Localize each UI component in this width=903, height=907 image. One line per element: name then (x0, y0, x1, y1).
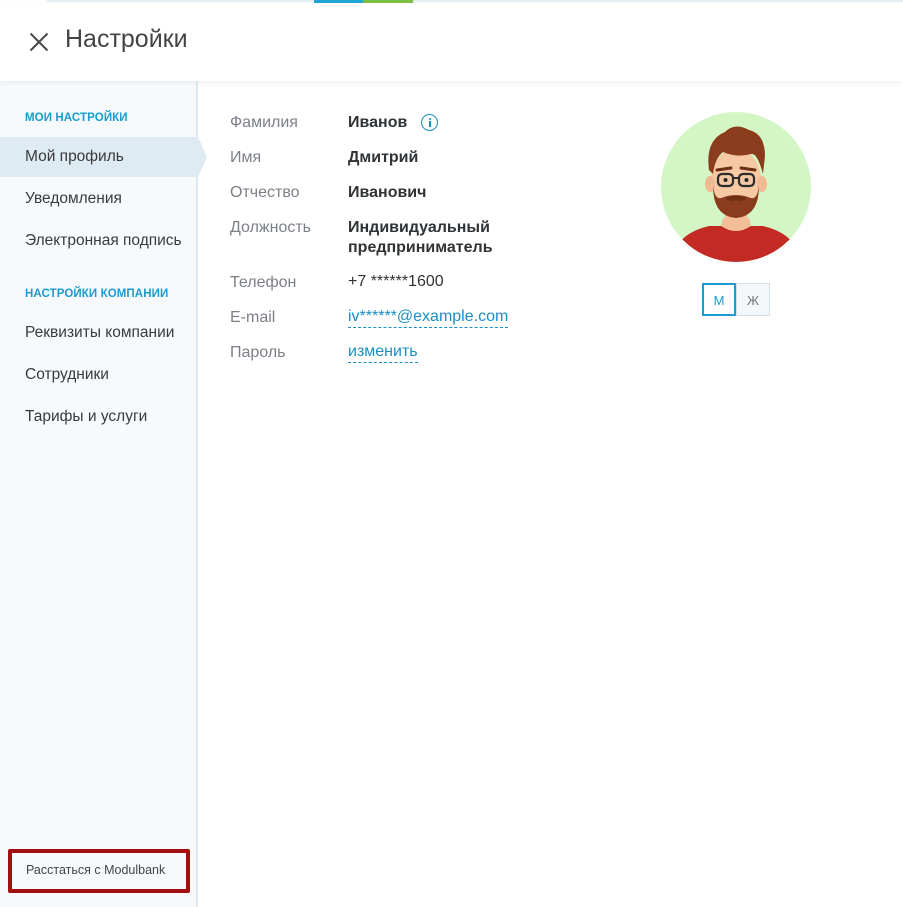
info-icon[interactable] (421, 114, 438, 131)
section-label-my-settings: МОИ НАСТРОЙКИ (25, 112, 128, 124)
sidebar-item-tariffs[interactable]: Тарифы и услуги (0, 397, 198, 437)
phone-value: +7 ******1600 (348, 273, 444, 290)
email-label: E-mail (230, 309, 276, 326)
email-link[interactable]: iv******@example.com (348, 308, 509, 328)
gender-male-button[interactable]: М (702, 283, 736, 316)
close-icon[interactable] (26, 29, 52, 55)
sidebar-item-company-details[interactable]: Реквизиты компании (0, 313, 198, 353)
position-value-line1: Индивидуальный (348, 219, 490, 236)
patronymic-value: Иванович (348, 184, 427, 201)
name-label: Имя (230, 149, 262, 166)
phone-label: Телефон (230, 274, 297, 291)
position-value-line2: предприниматель (348, 239, 493, 256)
page-title: Настройки (65, 25, 188, 53)
surname-label: Фамилия (230, 114, 298, 131)
sidebar-item-my-profile[interactable]: Мой профиль (0, 137, 207, 177)
sidebar-item-e-signature[interactable]: Электронная подпись (0, 221, 198, 261)
change-password-link[interactable]: изменить (348, 343, 418, 363)
header: Настройки (0, 3, 903, 81)
position-label: Должность (230, 219, 311, 236)
patronymic-label: Отчество (230, 184, 300, 201)
leave-modulbank-link[interactable]: Расстаться с Modulbank (26, 863, 165, 877)
password-label: Пароль (230, 344, 286, 361)
section-label-company-settings: НАСТРОЙКИ КОМПАНИИ (25, 288, 169, 300)
surname-value: Иванов (348, 114, 408, 131)
sidebar-item-notifications[interactable]: Уведомления (0, 179, 198, 219)
avatar (661, 112, 811, 262)
gender-toggle: М Ж (702, 283, 770, 316)
strip-base (47, 0, 903, 2)
name-value: Дмитрий (348, 149, 419, 166)
gender-female-button[interactable]: Ж (736, 283, 770, 316)
sidebar-item-employees[interactable]: Сотрудники (0, 355, 198, 395)
